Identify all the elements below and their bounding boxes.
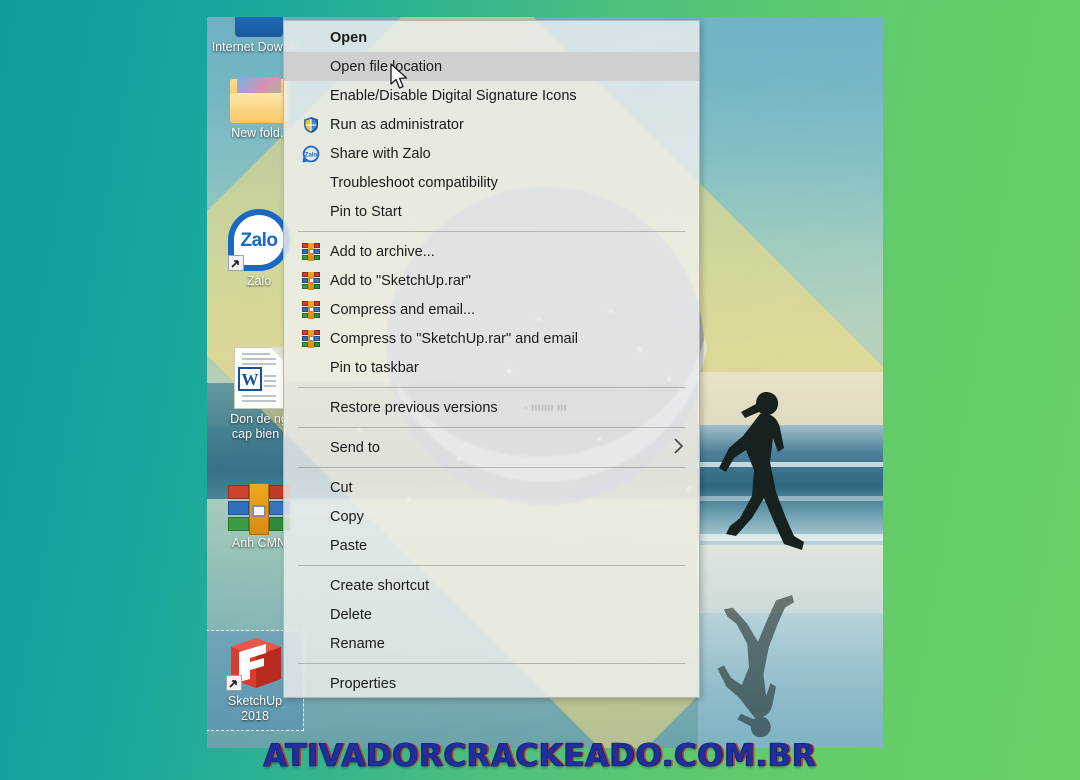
menu-item-add-to-archive[interactable]: Add to archive... — [284, 237, 699, 266]
menu-item-copy[interactable]: Copy — [284, 502, 699, 531]
word-document-icon: W — [234, 347, 284, 409]
menu-separator — [298, 427, 685, 428]
shortcut-badge-icon — [226, 675, 242, 691]
menu-item-label: Restore previous versions — [330, 399, 498, 416]
menu-item-label: Share with Zalo — [330, 145, 431, 162]
menu-item-label: Paste — [330, 537, 368, 554]
menu-item-accelerator-artifact: · ııııııı ııı — [524, 402, 568, 413]
menu-item-paste[interactable]: Paste — [284, 531, 699, 560]
winrar-icon — [302, 242, 320, 261]
menu-separator — [298, 663, 685, 664]
menu-item-add-to-sketchup-rar[interactable]: Add to "SketchUp.rar" — [284, 266, 699, 295]
winrar-icon — [302, 300, 320, 319]
runner-silhouette — [719, 392, 804, 550]
menu-separator — [298, 387, 685, 388]
menu-item-compress-and-email[interactable]: Compress and email... — [284, 295, 699, 324]
menu-item-open[interactable]: Open — [284, 23, 699, 52]
runner-reflection — [717, 595, 794, 738]
menu-item-send-to[interactable]: Send to — [284, 433, 699, 462]
menu-item-label: Enable/Disable Digital Signature Icons — [330, 87, 577, 104]
winrar-icon — [302, 271, 320, 290]
menu-item-label: Rename — [330, 635, 385, 652]
menu-item-label: Pin to Start — [330, 203, 402, 220]
menu-item-label: Delete — [330, 606, 372, 623]
menu-item-pin-to-taskbar[interactable]: Pin to taskbar — [284, 353, 699, 382]
menu-item-cut[interactable]: Cut — [284, 473, 699, 502]
menu-item-compress-to-sketchup-rar-and-email[interactable]: Compress to "SketchUp.rar" and email — [284, 324, 699, 353]
menu-item-label: Compress and email... — [330, 301, 476, 318]
menu-separator — [298, 565, 685, 566]
menu-item-label: Run as administrator — [330, 116, 464, 133]
menu-item-label: Open — [330, 29, 368, 46]
idm-icon — [235, 17, 283, 37]
page-background: Internet Downlo.. New fold.. Zalo Zalo W… — [0, 0, 1080, 780]
menu-item-enable-disable-digital-signature-icons[interactable]: Enable/Disable Digital Signature Icons — [284, 81, 699, 110]
menu-item-label: Pin to taskbar — [330, 359, 419, 376]
menu-item-share-with-zalo[interactable]: Zalo Share with Zalo — [284, 139, 699, 168]
menu-item-open-file-location[interactable]: Open file location — [284, 52, 699, 81]
menu-item-restore-previous-versions[interactable]: Restore previous versions · ııııııı ııı — [284, 393, 699, 422]
menu-item-label: Copy — [330, 508, 364, 525]
shield-icon — [302, 116, 320, 134]
menu-item-rename[interactable]: Rename — [284, 629, 699, 658]
winrar-icon — [228, 483, 291, 535]
winrar-icon — [302, 329, 320, 348]
svg-text:Zalo: Zalo — [305, 152, 318, 158]
menu-separator — [298, 467, 685, 468]
context-menu[interactable]: Open Open file location Enable/Disable D… — [283, 20, 700, 698]
menu-item-label: Properties — [330, 675, 397, 692]
sketchup-icon — [226, 635, 284, 691]
menu-item-run-as-administrator[interactable]: Run as administrator — [284, 110, 699, 139]
menu-item-pin-to-start[interactable]: Pin to Start — [284, 197, 699, 226]
menu-item-label: Troubleshoot compatibility — [330, 174, 498, 191]
zalo-icon: Zalo — [302, 145, 320, 163]
menu-item-label: Cut — [330, 479, 353, 496]
chevron-right-icon — [672, 436, 685, 460]
menu-item-label: Open file location — [330, 58, 443, 75]
zalo-icon: Zalo — [228, 209, 290, 271]
menu-separator — [298, 231, 685, 232]
menu-item-label: Create shortcut — [330, 577, 430, 594]
site-watermark: ATIVADORCRACKEADO.COM.BR — [263, 738, 817, 775]
menu-item-label: Add to "SketchUp.rar" — [330, 272, 471, 289]
menu-item-create-shortcut[interactable]: Create shortcut — [284, 571, 699, 600]
menu-item-label: Send to — [330, 439, 380, 456]
menu-item-troubleshoot-compatibility[interactable]: Troubleshoot compatibility — [284, 168, 699, 197]
shortcut-badge-icon — [228, 255, 244, 271]
menu-item-label: Compress to "SketchUp.rar" and email — [330, 330, 579, 347]
menu-item-properties[interactable]: Properties — [284, 669, 699, 698]
desktop-icon-label-line2: 2018 — [241, 709, 269, 723]
runner-photo — [698, 372, 883, 748]
folder-icon — [230, 77, 288, 123]
menu-item-label: Add to archive... — [330, 243, 435, 260]
menu-item-delete[interactable]: Delete — [284, 600, 699, 629]
